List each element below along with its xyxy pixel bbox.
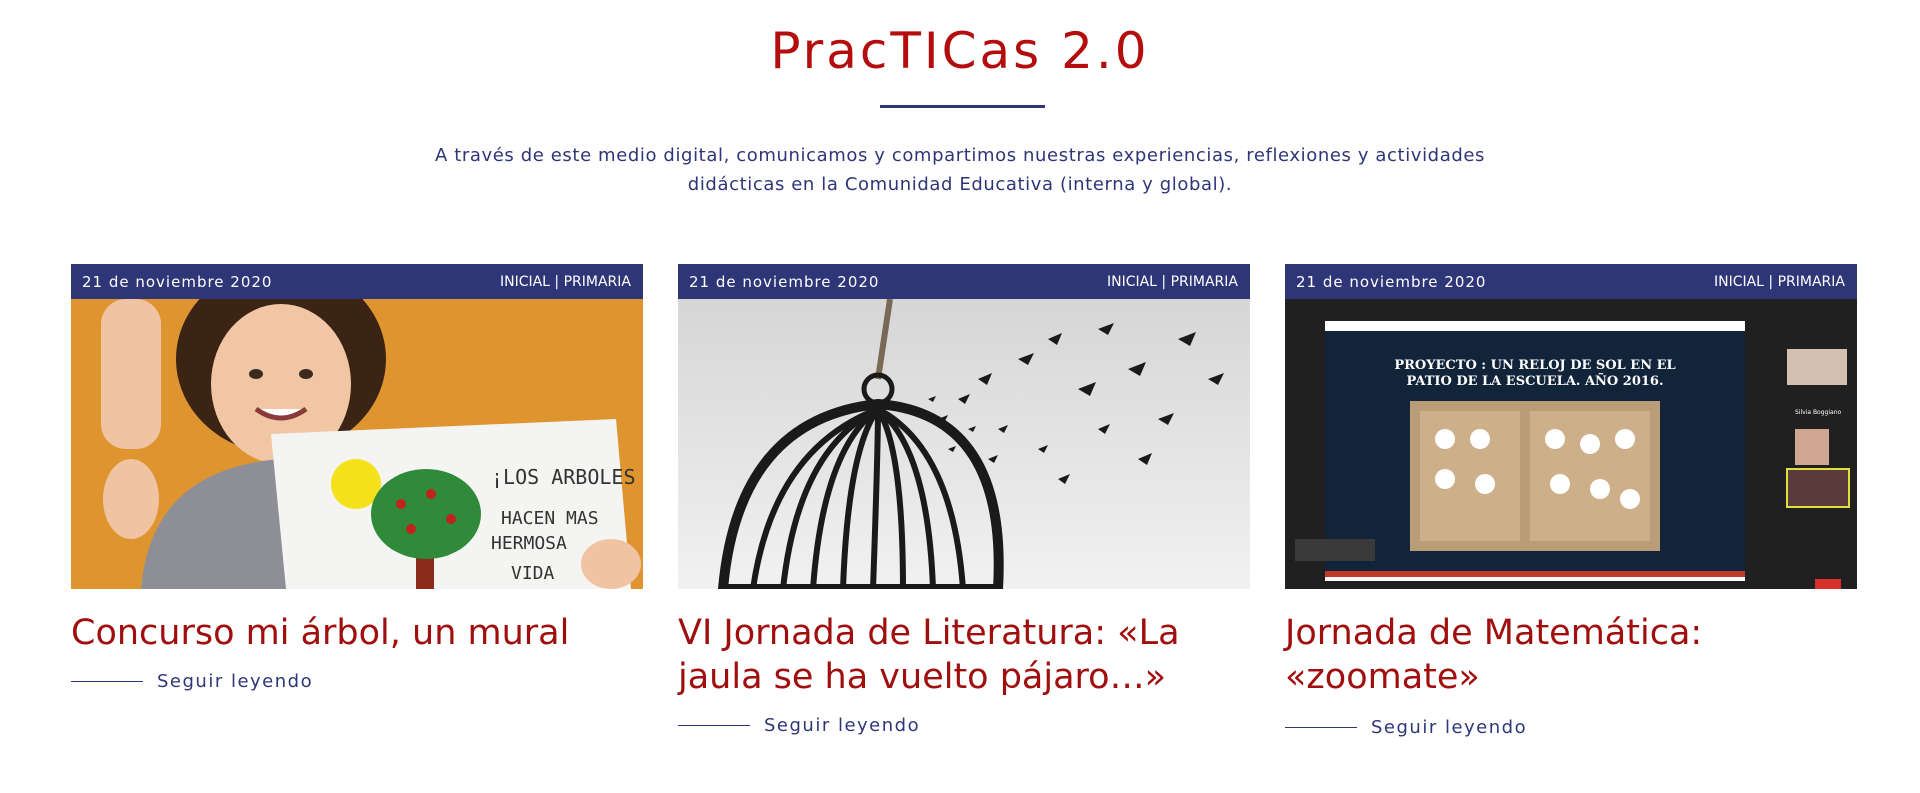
post-categories[interactable]: INICIAL | PRIMARIA <box>1107 274 1238 290</box>
video-call-screenshot: PROYECTO : UN RELOJ DE SOL EN EL PATIO D… <box>1285 299 1857 589</box>
post-card: 21 de noviembre 2020 INICIAL | PRIMARIA <box>678 264 1250 736</box>
post-date: 21 de noviembre 2020 <box>1296 272 1487 291</box>
post-date: 21 de noviembre 2020 <box>82 272 273 291</box>
post-meta-bar: 21 de noviembre 2020 INICIAL | PRIMARIA <box>678 264 1250 299</box>
post-card: 21 de noviembre 2020 INICIAL | PRIMARIA … <box>71 264 643 692</box>
post-categories[interactable]: INICIAL | PRIMARIA <box>1714 274 1845 290</box>
svg-text:VIDA: VIDA <box>511 563 555 584</box>
read-more-line <box>71 681 143 682</box>
post-meta-bar: 21 de noviembre 2020 INICIAL | PRIMARIA <box>71 264 643 299</box>
read-more-label[interactable]: Seguir leyendo <box>1371 717 1527 738</box>
post-title[interactable]: VI Jornada de Literatura: «La jaula se h… <box>678 611 1250 699</box>
post-image[interactable]: PROYECTO : UN RELOJ DE SOL EN EL PATIO D… <box>1285 299 1857 589</box>
svg-text:¡LOS ARBOLES: ¡LOS ARBOLES <box>491 465 636 489</box>
post-date: 21 de noviembre 2020 <box>689 272 880 291</box>
post-image[interactable] <box>678 299 1250 589</box>
read-more-line <box>678 725 750 726</box>
post-meta-bar: 21 de noviembre 2020 INICIAL | PRIMARIA <box>1285 264 1857 299</box>
read-more-link[interactable]: Seguir leyendo <box>71 671 643 692</box>
read-more-label[interactable]: Seguir leyendo <box>157 671 313 692</box>
post-title[interactable]: Jornada de Matemática: «zoomate» <box>1285 611 1857 699</box>
post-title[interactable]: Concurso mi árbol, un mural <box>71 611 643 655</box>
page-title: PracTICas 2.0 <box>770 22 1150 80</box>
post-categories[interactable]: INICIAL | PRIMARIA <box>500 274 631 290</box>
svg-text:HERMOSA: HERMOSA <box>491 533 567 554</box>
svg-text:HACEN MAS: HACEN MAS <box>501 508 599 529</box>
read-more-link[interactable]: Seguir leyendo <box>1285 717 1857 738</box>
read-more-link[interactable]: Seguir leyendo <box>678 715 1250 736</box>
title-divider <box>880 105 1045 108</box>
svg-text:PROYECTO : UN RELOJ DE SOL EN: PROYECTO : UN RELOJ DE SOL EN EL <box>1394 358 1675 373</box>
read-more-label[interactable]: Seguir leyendo <box>764 715 920 736</box>
post-card: 21 de noviembre 2020 INICIAL | PRIMARIA … <box>1285 264 1857 738</box>
child-drawing-photo: ¡LOS ARBOLES HACEN MAS HERMOSA VIDA <box>71 299 643 589</box>
svg-text:PATIO DE LA ESCUELA. AÑO 2016.: PATIO DE LA ESCUELA. AÑO 2016. <box>1407 373 1664 389</box>
svg-text:Silvia Boggiano: Silvia Boggiano <box>1795 409 1841 416</box>
read-more-line <box>1285 727 1357 728</box>
birdcage-photo <box>678 299 1250 589</box>
post-image[interactable]: ¡LOS ARBOLES HACEN MAS HERMOSA VIDA <box>71 299 643 589</box>
intro-text: A través de este medio digital, comunica… <box>434 145 1485 195</box>
